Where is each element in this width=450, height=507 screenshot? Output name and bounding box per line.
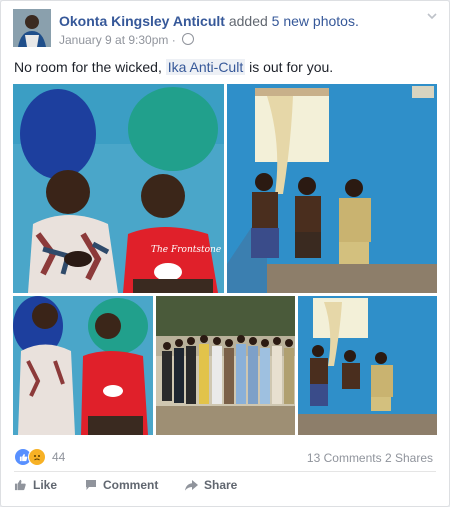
photo-3[interactable] <box>13 296 153 435</box>
author-avatar[interactable] <box>13 9 51 47</box>
post-header: Okonta Kingsley Anticult added 5 new pho… <box>59 13 359 29</box>
comments-count-link[interactable]: 13 Comments <box>307 451 382 465</box>
share-arrow-icon <box>185 479 198 490</box>
photo-4[interactable] <box>156 296 295 435</box>
author-name[interactable]: Okonta Kingsley Anticult <box>59 13 225 29</box>
comment-icon <box>86 480 96 490</box>
photo-4-image <box>156 296 295 435</box>
post-action-bar: Like Comment Share <box>1 478 449 498</box>
photo-5[interactable] <box>298 296 437 435</box>
shares-count-link[interactable]: 2 Shares <box>385 451 433 465</box>
post-action-text: added <box>228 13 268 29</box>
sad-reaction-icon <box>28 448 46 466</box>
share-button-label: Share <box>204 478 238 492</box>
comment-button-label: Comment <box>103 478 159 492</box>
post-timestamp[interactable]: January 9 at 9:30pm <box>59 33 168 47</box>
like-button[interactable]: Like <box>14 478 57 492</box>
engagement-counts: 13 Comments 2 Shares <box>307 451 433 465</box>
post-card: Okonta Kingsley Anticult added 5 new pho… <box>0 0 450 507</box>
photo-1-image: The Frontstone <box>13 84 224 293</box>
chevron-down-icon[interactable] <box>427 11 437 21</box>
photo-3-image <box>13 296 153 435</box>
photo-5-image <box>298 296 437 435</box>
post-text-after: is out for you. <box>245 59 334 75</box>
thumbs-up-icon <box>14 479 26 491</box>
photo-1[interactable]: The Frontstone <box>13 84 224 293</box>
photos-count-link[interactable]: 5 new photos. <box>272 13 359 29</box>
reaction-count: 44 <box>52 450 66 464</box>
photo-2[interactable] <box>227 84 437 293</box>
avatar-image <box>13 9 51 47</box>
post-text: No room for the wicked, Ika Anti-Cult is… <box>14 59 333 75</box>
actions-divider <box>14 471 436 472</box>
meta-separator: · <box>171 33 176 47</box>
share-button[interactable]: Share <box>185 478 237 492</box>
reactions-summary[interactable]: 44 <box>14 448 65 466</box>
photo-2-image <box>227 84 437 293</box>
public-globe-icon[interactable] <box>182 33 195 45</box>
post-text-before: No room for the wicked, <box>14 59 166 75</box>
tagged-page-link[interactable]: Ika Anti-Cult <box>165 59 246 75</box>
post-meta: January 9 at 9:30pm · <box>59 33 195 47</box>
comment-button[interactable]: Comment <box>85 478 158 492</box>
shirt-print-text: The Frontstone <box>151 245 221 255</box>
like-button-label: Like <box>33 478 58 492</box>
